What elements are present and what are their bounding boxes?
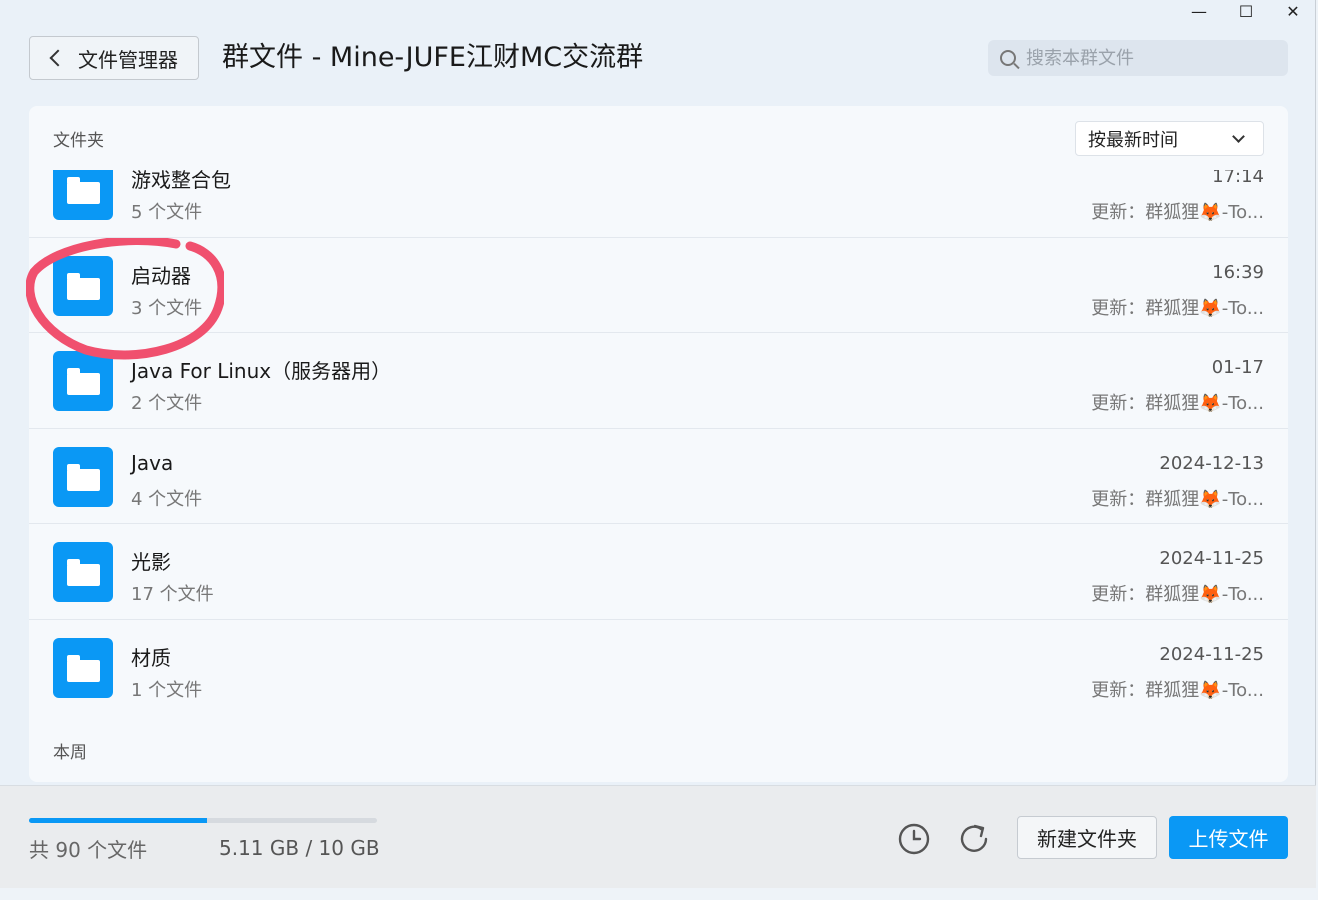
- folder-name: 游戏整合包: [131, 170, 231, 192]
- search-icon: [1000, 50, 1016, 66]
- folder-updated-by: 更新：群狐狸🦊-To...: [1091, 584, 1264, 605]
- folder-row-game-modpack[interactable]: 游戏整合包 5 个文件 17:14 更新：群狐狸🦊-To...: [29, 170, 1288, 238]
- folder-file-count: 17 个文件: [131, 584, 214, 605]
- sort-dropdown[interactable]: 按最新时间: [1075, 121, 1264, 156]
- folder-date: 2024-11-25: [1159, 643, 1264, 665]
- status-footer: 共 90 个文件 5.11 GB / 10 GB 新建文件夹 上传文件: [0, 785, 1316, 888]
- folder-date: 16:39: [1212, 261, 1264, 283]
- folder-icon: [53, 351, 113, 411]
- section-label-folders: 文件夹: [53, 131, 104, 151]
- section-label-this-week: 本周: [53, 743, 87, 763]
- storage-progress-bar: [29, 818, 377, 823]
- folder-icon: [53, 446, 113, 507]
- folder-date: 2024-12-13: [1159, 452, 1264, 474]
- history-clock-icon[interactable]: [897, 822, 931, 856]
- folder-row-textures[interactable]: 材质 1 个文件 2024-11-25 更新：群狐狸🦊-To...: [29, 620, 1288, 716]
- folder-updated-by: 更新：群狐狸🦊-To...: [1091, 488, 1264, 510]
- search-input[interactable]: [1026, 47, 1266, 69]
- storage-progress-fill: [29, 818, 207, 823]
- folder-name: Java: [131, 450, 174, 475]
- folder-name: 光影: [131, 550, 171, 574]
- back-button-label: 文件管理器: [78, 47, 178, 72]
- chevron-down-icon: [1232, 130, 1245, 143]
- folder-row-java[interactable]: Java 4 个文件 2024-12-13 更新：群狐狸🦊-To...: [29, 429, 1288, 524]
- folder-name: 材质: [131, 645, 171, 670]
- page-title: 群文件 - Mine-JUFE江财MC交流群: [222, 42, 644, 73]
- folder-row-java-for-linux[interactable]: Java For Linux（服务器用） 2 个文件 01-17 更新：群狐狸🦊…: [29, 333, 1288, 429]
- folder-icon: [53, 255, 113, 316]
- folder-name: Java For Linux（服务器用）: [131, 359, 392, 383]
- folder-icon: [53, 637, 113, 698]
- folder-updated-by: 更新：群狐狸🦊-To...: [1091, 297, 1264, 319]
- refresh-icon[interactable]: [957, 822, 991, 856]
- folder-icon: [53, 170, 113, 220]
- search-box[interactable]: [988, 40, 1288, 76]
- total-file-count: 共 90 个文件: [29, 838, 148, 862]
- folder-row-shaders[interactable]: 光影 17 个文件 2024-11-25 更新：群狐狸🦊-To...: [29, 524, 1288, 620]
- folder-icon: [53, 542, 113, 602]
- folder-file-count: 1 个文件: [131, 679, 203, 701]
- folder-date: 01-17: [1211, 357, 1264, 378]
- folder-updated-by: 更新：群狐狸🦊-To...: [1091, 679, 1264, 701]
- folder-row-launcher[interactable]: 启动器 3 个文件 16:39 更新：群狐狸🦊-To...: [29, 238, 1288, 333]
- folder-file-count: 3 个文件: [131, 297, 203, 319]
- folder-file-count: 4 个文件: [131, 488, 203, 510]
- chevron-left-icon: [49, 49, 67, 67]
- folder-file-count: 5 个文件: [131, 202, 203, 223]
- storage-usage: 5.11 GB / 10 GB: [219, 836, 380, 860]
- folder-date: 17:14: [1212, 170, 1264, 187]
- folder-updated-by: 更新：群狐狸🦊-To...: [1091, 393, 1264, 414]
- new-folder-button[interactable]: 新建文件夹: [1017, 816, 1157, 859]
- minimize-button[interactable]: —: [1176, 0, 1222, 22]
- folder-name: 启动器: [131, 263, 191, 288]
- file-list-panel: 文件夹 按最新时间 游戏整合包 5 个文件 17:14 更新：群狐狸🦊-To..…: [29, 106, 1288, 782]
- back-to-file-manager-button[interactable]: 文件管理器: [29, 36, 199, 80]
- close-button[interactable]: ✕: [1270, 0, 1316, 22]
- folder-date: 2024-11-25: [1159, 548, 1264, 569]
- folder-updated-by: 更新：群狐狸🦊-To...: [1091, 202, 1264, 223]
- maximize-button[interactable]: ☐: [1223, 0, 1269, 22]
- upload-file-button[interactable]: 上传文件: [1169, 816, 1288, 859]
- sort-selected-value: 按最新时间: [1088, 129, 1178, 151]
- folder-file-count: 2 个文件: [131, 393, 203, 414]
- group-files-window: — ☐ ✕ 文件管理器 群文件 - Mine-JUFE江财MC交流群 文件夹 按…: [0, 0, 1316, 888]
- folder-list[interactable]: 游戏整合包 5 个文件 17:14 更新：群狐狸🦊-To... 启动器 3 个文…: [29, 170, 1288, 742]
